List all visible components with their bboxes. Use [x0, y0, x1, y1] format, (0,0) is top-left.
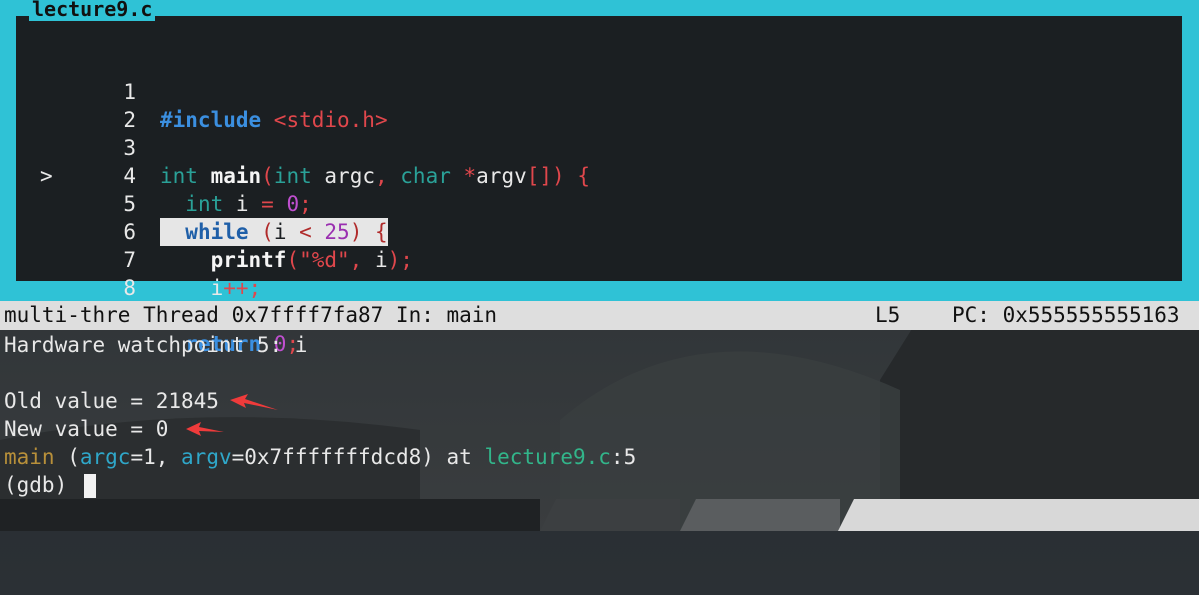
- source-line: 9 return 0;: [16, 246, 1176, 356]
- source-line: 1 #include <stdio.h>: [16, 22, 1176, 132]
- status-thread-info: multi-thre Thread 0x7ffff7fa87 In: main: [4, 303, 498, 327]
- watchpoint-message: Hardware watchpoint 5: i: [4, 333, 308, 357]
- text-cursor[interactable]: [83, 474, 96, 498]
- old-value-line: Old value = 21845: [4, 389, 219, 413]
- clock: 20:35:46: [562, 535, 664, 559]
- source-window-title: lecture9.c: [29, 0, 156, 21]
- source-window: 1 #include <stdio.h> 2 3 int main(int ar…: [0, 0, 1199, 356]
- hostname: zhiyuanwu-virtual-machine: [862, 535, 1179, 559]
- annotation-arrow-icon: [186, 422, 224, 436]
- current-source-line: > 5 while (i < 25) {: [16, 134, 1176, 246]
- date: 18-7月 -23: [706, 535, 829, 559]
- frame-line: main (argc=1, argv=0x7fffffffdcd8) at le…: [4, 445, 637, 469]
- status-line-number: L5: [875, 303, 901, 327]
- gdb-console[interactable]: Hardware watchpoint 5: i Old value = 218…: [4, 331, 636, 499]
- source-line: 2: [16, 50, 1176, 132]
- source-line: 7 i++;: [16, 190, 1176, 300]
- new-value-line: New value = 0: [4, 417, 169, 441]
- gdb-prompt: (gdb): [4, 473, 80, 497]
- line-number: 8: [123, 276, 136, 300]
- source-line: 8 }: [16, 218, 1176, 328]
- source-line: 6 printf("%d", i);: [16, 162, 1176, 272]
- gdb-prompt-line[interactable]: (gdb): [4, 471, 636, 499]
- gdb-status-bar: multi-thre Thread 0x7ffff7fa87 In: main …: [0, 301, 1199, 330]
- source-line: 4 int i = 0;: [16, 106, 1176, 216]
- source-pane[interactable]: 1 #include <stdio.h> 2 3 int main(int ar…: [14, 14, 1184, 356]
- source-line: 3 int main(int argc, char *argv[]) {: [16, 78, 1176, 188]
- tmux-status-bar: 20:35:46 18-7月 -23 zhiyuanwu-virtual-mac…: [0, 499, 1199, 531]
- annotation-arrow-icon: [230, 394, 278, 410]
- status-pc: PC: 0x555555555163: [952, 303, 1180, 327]
